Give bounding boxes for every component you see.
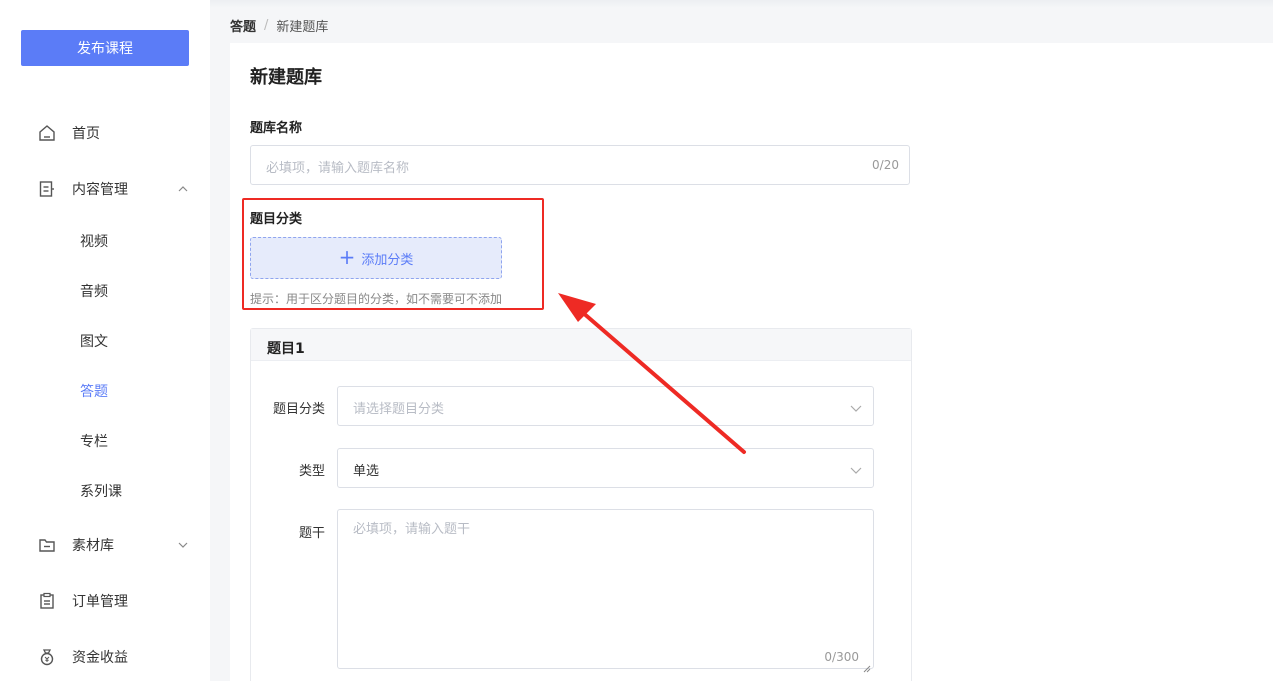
bank-name-input[interactable]: 必填项，请输入题库名称 0/20 bbox=[250, 145, 910, 185]
money-bag-icon bbox=[38, 648, 56, 666]
nav-item-label: 订单管理 bbox=[72, 594, 128, 610]
chevron-up-icon bbox=[176, 182, 190, 196]
resize-handle-icon[interactable] bbox=[863, 658, 871, 673]
nav-item-label: 首页 bbox=[72, 126, 100, 142]
sidebar-item-audio[interactable]: 音频 bbox=[0, 271, 210, 311]
page-title: 新建题库 bbox=[250, 67, 322, 88]
bank-name-label: 题库名称 bbox=[250, 121, 303, 136]
nav-item-label: 内容管理 bbox=[72, 182, 128, 198]
folder-icon bbox=[38, 536, 56, 554]
bank-name-placeholder: 必填项，请输入题库名称 bbox=[266, 161, 410, 176]
sidebar-item-article[interactable]: 图文 bbox=[0, 321, 210, 361]
nav-item-label: 素材库 bbox=[72, 538, 114, 554]
sidebar-item-column[interactable]: 专栏 bbox=[0, 421, 210, 461]
annotation-highlight-box bbox=[242, 198, 544, 310]
question-type-label: 类型 bbox=[298, 464, 325, 479]
bank-name-char-count: 0/20 bbox=[872, 158, 899, 172]
question-type-select[interactable]: 单选 bbox=[337, 448, 874, 488]
main-content: 新建题库 题库名称 必填项，请输入题库名称 0/20 题目分类 + 添加分类 提… bbox=[230, 43, 1273, 681]
question-panel: 题目1 题目分类 请选择题目分类 类型 单选 题干 必填项，请输入题干 0/30… bbox=[250, 328, 912, 681]
question-type-value: 单选 bbox=[353, 464, 380, 479]
home-icon bbox=[38, 124, 56, 142]
breadcrumb-link-quiz[interactable]: 答题 bbox=[230, 16, 256, 35]
question-stem-char-count: 0/300 bbox=[824, 650, 859, 664]
breadcrumb-separator: / bbox=[264, 18, 269, 33]
question-category-select[interactable]: 请选择题目分类 bbox=[337, 386, 874, 426]
nav-item-label: 资金收益 bbox=[72, 650, 128, 666]
publish-course-button[interactable]: 发布课程 bbox=[21, 30, 189, 66]
question-category-placeholder: 请选择题目分类 bbox=[353, 402, 445, 417]
breadcrumb: 答题 / 新建题库 bbox=[230, 16, 328, 35]
sidebar-item-video[interactable]: 视频 bbox=[0, 221, 210, 261]
question-stem-textarea[interactable]: 必填项，请输入题干 0/300 bbox=[337, 509, 874, 673]
question-header: 题目1 bbox=[251, 329, 911, 361]
chevron-down-icon bbox=[176, 538, 190, 552]
nav-item-material-library[interactable]: 素材库 bbox=[0, 525, 210, 565]
question-title: 题目1 bbox=[267, 341, 305, 357]
chevron-down-icon bbox=[849, 462, 863, 476]
nav-item-orders[interactable]: 订单管理 bbox=[0, 581, 210, 621]
sidebar-item-quiz[interactable]: 答题 bbox=[0, 371, 210, 411]
sidebar: 发布课程 首页 内容管理 视频 音频 图文 答题 专栏 系列课 素材库 订单管理 bbox=[0, 0, 210, 681]
nav-item-content-management[interactable]: 内容管理 bbox=[0, 169, 210, 209]
nav-item-earnings[interactable]: 资金收益 bbox=[0, 637, 210, 677]
top-shadow bbox=[210, 0, 1273, 8]
question-stem-label: 题干 bbox=[298, 526, 325, 541]
document-icon bbox=[38, 180, 56, 198]
question-stem-placeholder: 必填项，请输入题干 bbox=[353, 522, 471, 537]
breadcrumb-current: 新建题库 bbox=[276, 20, 329, 35]
chevron-down-icon bbox=[849, 400, 863, 414]
question-category-label: 题目分类 bbox=[272, 402, 325, 417]
sidebar-item-series[interactable]: 系列课 bbox=[0, 471, 210, 511]
clipboard-icon bbox=[38, 592, 56, 610]
nav-item-home[interactable]: 首页 bbox=[0, 113, 210, 153]
